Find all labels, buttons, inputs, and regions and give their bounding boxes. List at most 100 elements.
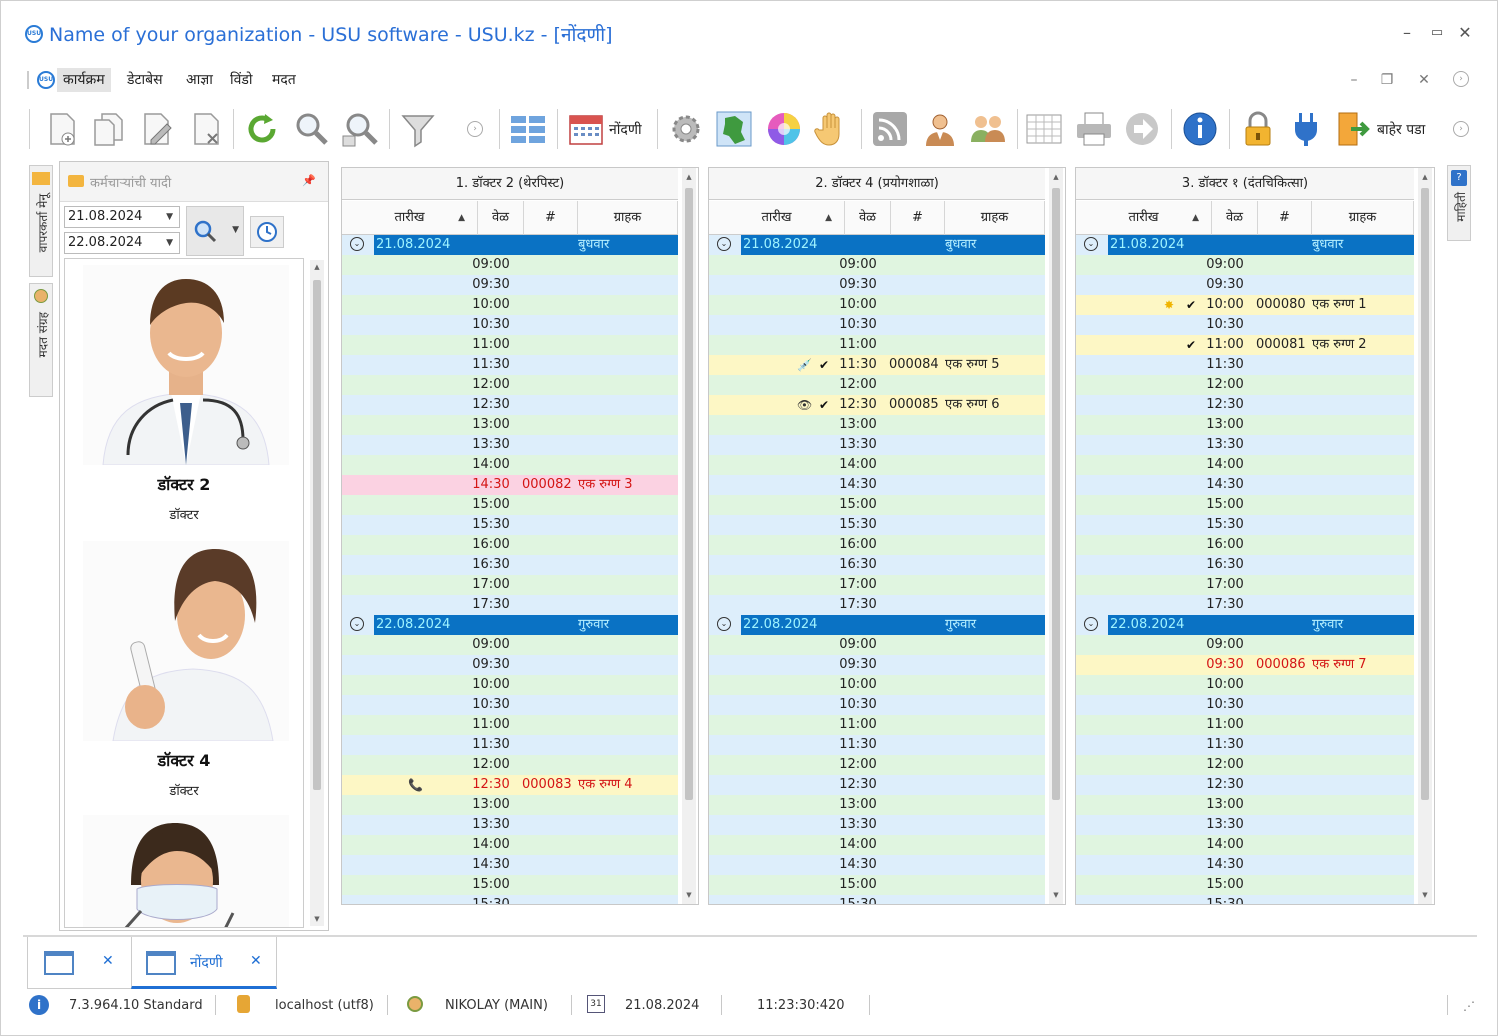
close-tab-icon[interactable]: ✕ <box>250 953 262 969</box>
side-tab-help[interactable]: मदत संग्रह <box>29 283 53 397</box>
collapse-icon[interactable]: ⌄ <box>1084 617 1098 631</box>
time-slot-row[interactable]: 09:30 <box>342 655 678 675</box>
scroll-down-icon[interactable]: ▼ <box>1049 888 1063 902</box>
user-button[interactable] <box>921 107 959 151</box>
time-slot-row[interactable]: 11:00 <box>709 715 1045 735</box>
collapse-icon[interactable]: ⌄ <box>717 237 731 251</box>
time-slot-row[interactable]: 11:30 <box>1076 735 1414 755</box>
time-slot-row[interactable]: 10:00 <box>1076 675 1414 695</box>
time-slot-row[interactable]: 15:00 <box>709 495 1045 515</box>
time-slot-row[interactable]: 17:00 <box>342 575 678 595</box>
plugin-button[interactable] <box>1287 107 1325 151</box>
tab-registration[interactable]: नोंदणी ✕ <box>131 937 277 989</box>
time-slot-row[interactable]: 09:00 <box>709 635 1045 655</box>
date-group-row[interactable]: ⌄ 22.08.2024 गुरुवार <box>342 615 678 635</box>
date-group-row[interactable]: ⌄ 21.08.2024 बुधवार <box>1076 235 1414 255</box>
time-slot-row[interactable]: 13:30 <box>1076 435 1414 455</box>
side-tab-info[interactable]: ? माहिती <box>1447 165 1471 241</box>
time-slot-row[interactable]: 15:00 <box>709 875 1045 895</box>
time-slot-row[interactable]: 17:30 <box>1076 595 1414 615</box>
copy-document-button[interactable] <box>89 107 127 151</box>
time-slot-row[interactable]: 09:00 <box>709 255 1045 275</box>
time-slot-row[interactable]: 11:30 <box>1076 355 1414 375</box>
time-slot-row[interactable]: 12:00 <box>709 755 1045 775</box>
lock-button[interactable] <box>1239 107 1277 151</box>
time-slot-row[interactable]: 10:00 <box>342 295 678 315</box>
time-slot-row[interactable]: 15:00 <box>1076 495 1414 515</box>
time-slot-row[interactable]: 14:30 <box>709 475 1045 495</box>
time-slot-row[interactable]: 15:00 <box>342 495 678 515</box>
schedule-scrollbar[interactable]: ▲ ▼ <box>1418 168 1432 904</box>
time-slot-row[interactable]: 16:00 <box>342 535 678 555</box>
time-slot-row[interactable]: 13:30 <box>342 435 678 455</box>
search-employees-button[interactable]: ▼ <box>186 206 244 256</box>
time-slot-row[interactable]: 13:00 <box>709 415 1045 435</box>
time-slot-row[interactable]: 12:30 <box>1076 395 1414 415</box>
time-slot-row[interactable]: 11:30 000084 एक रुग्ण 5 ✔ 💉 <box>709 355 1045 375</box>
time-slot-row[interactable]: 12:00 <box>342 755 678 775</box>
time-slot-row[interactable]: 13:00 <box>709 795 1045 815</box>
menu-commands[interactable]: आज्ञा <box>180 68 219 92</box>
time-slot-row[interactable]: 09:30 <box>342 275 678 295</box>
menu-overflow-icon[interactable]: › <box>1453 71 1469 87</box>
map-button[interactable] <box>715 107 753 151</box>
mdi-restore-icon[interactable]: ❐ <box>1378 71 1396 89</box>
delete-document-button[interactable] <box>187 107 225 151</box>
time-slot-row[interactable]: 09:30 <box>709 655 1045 675</box>
scroll-up-icon[interactable]: ▲ <box>682 170 696 184</box>
time-slot-row[interactable]: 14:00 <box>342 455 678 475</box>
scroll-down-icon[interactable]: ▼ <box>310 912 324 926</box>
time-slot-row[interactable]: 15:30 <box>342 895 678 904</box>
time-slot-row[interactable]: 10:30 <box>342 315 678 335</box>
time-slot-row[interactable]: 13:30 <box>1076 815 1414 835</box>
time-slot-row[interactable]: 14:00 <box>342 835 678 855</box>
time-slot-row[interactable]: 10:00 <box>342 675 678 695</box>
time-slot-row[interactable]: 16:00 <box>709 535 1045 555</box>
schedule-scrollbar[interactable]: ▲ ▼ <box>1049 168 1063 904</box>
time-button[interactable] <box>250 216 284 248</box>
time-slot-row[interactable]: 13:30 <box>342 815 678 835</box>
rss-button[interactable] <box>871 107 909 151</box>
menu-help[interactable]: मदत <box>266 68 302 92</box>
time-slot-row[interactable]: 09:30 000086 एक रुग्ण 7 <box>1076 655 1414 675</box>
time-slot-row[interactable]: 12:00 <box>1076 375 1414 395</box>
tab-blank[interactable]: ✕ <box>27 937 143 989</box>
time-slot-row[interactable]: 14:30 <box>342 855 678 875</box>
time-slot-row[interactable]: 16:30 <box>1076 555 1414 575</box>
employee-card[interactable]: डॉक्टर 4 डॉक्टर <box>65 539 303 811</box>
column-header-date[interactable]: तारीख ▲ <box>1076 201 1212 235</box>
time-slot-row[interactable]: 14:00 <box>709 835 1045 855</box>
time-slot-row[interactable]: 09:00 <box>1076 255 1414 275</box>
time-slot-row[interactable]: 12:30 000085 एक रुग्ण 6 ✔ 👁 <box>709 395 1045 415</box>
toolbar-overflow-icon[interactable]: › <box>467 121 483 137</box>
date-group-row[interactable]: ⌄ 21.08.2024 बुधवार <box>709 235 1045 255</box>
time-slot-row[interactable]: 10:00 <box>709 295 1045 315</box>
time-slot-row[interactable]: 17:00 <box>1076 575 1414 595</box>
column-header-time[interactable]: वेळ <box>1212 201 1258 235</box>
scroll-thumb[interactable] <box>1421 188 1429 800</box>
employee-card[interactable]: डॉक्टर 2 डॉक्टर <box>65 259 303 531</box>
column-header-client[interactable]: ग्राहक <box>945 201 1045 235</box>
column-header-number[interactable]: # <box>891 201 945 235</box>
time-slot-row[interactable]: 14:00 <box>1076 455 1414 475</box>
time-slot-row[interactable]: 15:00 <box>342 875 678 895</box>
side-tab-user-menu[interactable]: वापरकर्ता मेनू <box>29 165 53 277</box>
scroll-thumb[interactable] <box>685 188 693 800</box>
collapse-icon[interactable]: ⌄ <box>350 237 364 251</box>
time-slot-row[interactable]: 15:30 <box>709 895 1045 904</box>
time-slot-row[interactable]: 13:00 <box>342 795 678 815</box>
filter-button[interactable] <box>399 107 437 151</box>
time-slot-row[interactable]: 13:00 <box>1076 795 1414 815</box>
close-icon[interactable]: ✕ <box>1455 23 1475 43</box>
collapse-icon[interactable]: ⌄ <box>350 617 364 631</box>
advanced-search-button[interactable] <box>341 107 379 151</box>
time-slot-row[interactable]: 11:30 <box>342 355 678 375</box>
sort-ascending-icon[interactable]: ▲ <box>1192 201 1199 235</box>
time-slot-row[interactable]: 10:30 <box>1076 315 1414 335</box>
settings-button[interactable] <box>667 107 705 151</box>
time-slot-row[interactable]: 11:00 <box>342 715 678 735</box>
date-group-row[interactable]: ⌄ 22.08.2024 गुरुवार <box>709 615 1045 635</box>
pin-icon[interactable]: 📌 <box>302 174 316 187</box>
time-slot-row[interactable]: 15:30 <box>709 515 1045 535</box>
date-from-input[interactable]: 21.08.2024 ▼ <box>64 206 180 228</box>
